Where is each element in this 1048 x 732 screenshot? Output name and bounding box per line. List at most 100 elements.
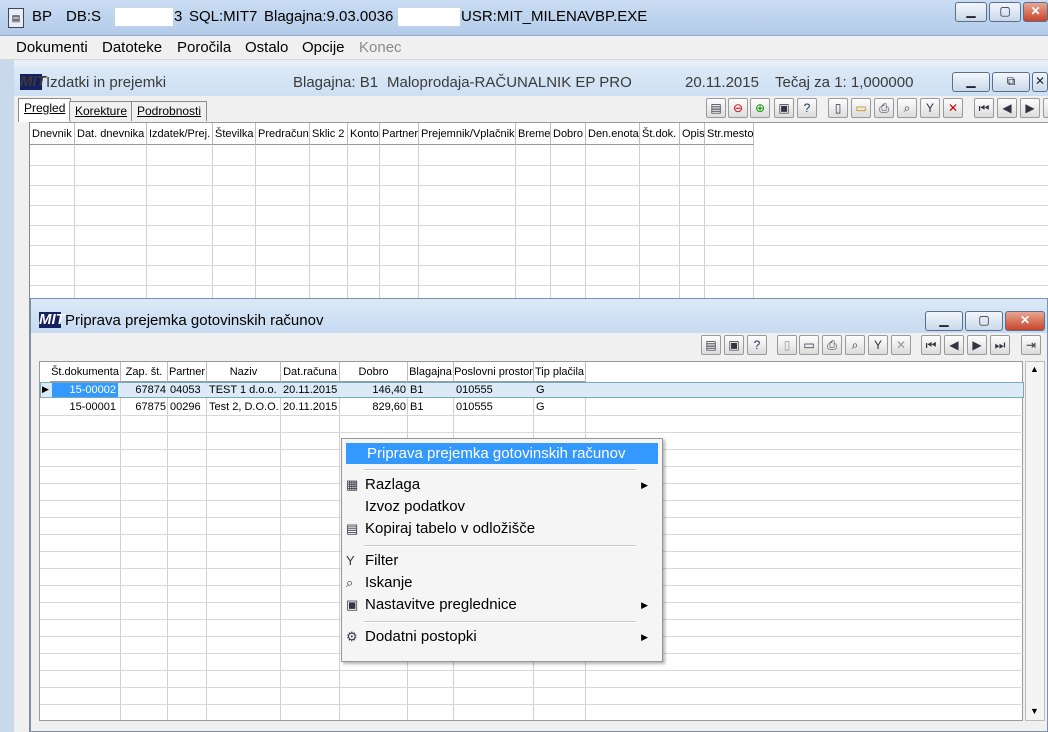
tab-podrobnosti[interactable]: Podrobnosti (131, 101, 208, 121)
menu-opcije[interactable]: Opcije (302, 39, 345, 56)
dialog-cancel-filter-icon[interactable]: ✕ (891, 335, 911, 355)
col-st-dokumenta[interactable]: Št.dokumenta (50, 362, 121, 382)
dialog-close-button[interactable]: ✕ (1005, 311, 1045, 331)
minimize-button[interactable]: ▁ (955, 2, 987, 22)
menu-item-dodatni[interactable]: ⚙ Dodatni postopki ▶ (344, 626, 660, 648)
menu-dokumenti[interactable]: Dokumenti (16, 39, 88, 56)
menu-item-filter[interactable]: Y Filter (344, 550, 660, 572)
dialog-prev-icon[interactable]: ◀ (944, 335, 964, 355)
col-predracun[interactable]: Predračun (256, 123, 310, 145)
col-konto[interactable]: Konto (348, 123, 380, 145)
col-str-mesto[interactable]: Str.mesto (705, 123, 754, 145)
izdatki-grid[interactable]: Dnevnik Dat. dnevnika Izdatek/Prej. Štev… (14, 122, 1048, 302)
cell-dobro[interactable]: 829,60 (340, 399, 408, 415)
child-close-button[interactable]: ✕ (1032, 72, 1048, 92)
col-dobro[interactable]: Dobro (340, 362, 408, 382)
cell-st-dokumenta[interactable]: 15-00001 (52, 399, 118, 415)
dialog-exit-icon[interactable]: ⇥ (1021, 335, 1041, 355)
menu-item-izvoz[interactable]: Izvoz podatkov (344, 496, 660, 518)
col-poslovni-prostor[interactable]: Poslovni prostor (454, 362, 534, 382)
menu-item-nastavitve[interactable]: ▣ Nastavitve preglednice ▶ (344, 594, 660, 616)
child-restore-button[interactable]: ⧉ (992, 72, 1030, 92)
menu-item-kopiraj[interactable]: ▤ Kopiraj tabelo v odložišče (344, 518, 660, 540)
cell-naziv[interactable]: Test 2, D.O.O. (207, 399, 281, 415)
tab-korekture[interactable]: Korekture (69, 101, 134, 121)
cell-naziv[interactable]: TEST 1 d.o.o. (207, 382, 281, 398)
dialog-new-doc-icon[interactable]: ▯ (777, 335, 797, 355)
cell-dat-racuna[interactable]: 20.11.2015 (281, 399, 340, 415)
maximize-button[interactable]: ▢ (989, 2, 1021, 22)
dialog-minimize-button[interactable]: ▁ (925, 311, 963, 331)
print-icon[interactable]: ⎙ (874, 98, 894, 118)
cell-st-dokumenta[interactable]: 15-00002 (52, 382, 118, 398)
dialog-screen-icon[interactable]: ▣ (724, 335, 744, 355)
first-record-icon[interactable]: ⏮ (974, 98, 994, 118)
menu-konec[interactable]: Konec (359, 39, 402, 56)
col-izdatek[interactable]: Izdatek/Prej. (147, 123, 213, 145)
cancel-filter-icon[interactable]: ✕ (943, 98, 963, 118)
col-tip-placila[interactable]: Tip plačila (534, 362, 586, 382)
cell-blagajna[interactable]: B1 (408, 382, 454, 398)
col-naziv[interactable]: Naziv (207, 362, 281, 382)
cell-partner[interactable]: 04053 (168, 382, 207, 398)
dialog-search-icon[interactable]: ⌕ (845, 335, 865, 355)
last-record-icon[interactable] (1043, 98, 1048, 118)
dialog-first-icon[interactable]: ⏮ (921, 335, 941, 355)
menu-datoteke[interactable]: Datoteke (102, 39, 162, 56)
dialog-filter-icon[interactable]: Y (868, 335, 888, 355)
col-dnevnik[interactable]: Dnevnik (30, 123, 75, 145)
report-icon[interactable]: ▤ (706, 98, 726, 118)
prev-record-icon[interactable]: ◀ (997, 98, 1017, 118)
col-dat-racuna[interactable]: Dat.računa (281, 362, 340, 382)
menu-item-iskanje[interactable]: ⌕ Iskanje (344, 572, 660, 594)
col-partner[interactable]: Partner (168, 362, 207, 382)
tab-pregled[interactable]: Pregled (18, 98, 72, 122)
col-den-enota[interactable]: Den.enota (586, 123, 640, 145)
dialog-report-icon[interactable]: ▤ (701, 335, 721, 355)
dialog-help-icon[interactable]: ? (747, 335, 767, 355)
search-icon[interactable]: ⌕ (897, 98, 917, 118)
delete-icon[interactable]: ⊖ (728, 98, 748, 118)
menu-ostalo[interactable]: Ostalo (245, 39, 288, 56)
row-selector-gutter[interactable] (14, 122, 30, 732)
scroll-up-icon[interactable]: ▲ (1030, 364, 1039, 374)
col-blagajna[interactable]: Blagajna (408, 362, 454, 382)
dialog-last-icon[interactable]: ⏭ (990, 335, 1010, 355)
menu-item-razlaga[interactable]: ▦ Razlaga ▶ (344, 474, 660, 496)
app-icon[interactable]: ▤ (8, 8, 24, 28)
close-button[interactable]: ✕ (1023, 2, 1048, 22)
next-record-icon[interactable]: ▶ (1020, 98, 1040, 118)
col-stevilka[interactable]: Številka (213, 123, 256, 145)
dialog-vertical-scrollbar[interactable]: ▲ ▼ (1025, 361, 1045, 721)
filter-icon[interactable]: Y (920, 98, 940, 118)
cell-blagajna[interactable]: B1 (408, 399, 454, 415)
dialog-maximize-button[interactable]: ▢ (965, 311, 1003, 331)
col-dobro[interactable]: Dobro (551, 123, 586, 145)
col-st-dok[interactable]: Št.dok. (640, 123, 680, 145)
cell-dat-racuna[interactable]: 20.11.2015 (281, 382, 340, 398)
child-minimize-button[interactable]: ▁ (952, 72, 990, 92)
menu-porocila[interactable]: Poročila (177, 39, 231, 56)
scroll-down-icon[interactable]: ▼ (1030, 706, 1039, 716)
col-sklic2[interactable]: Sklic 2 (310, 123, 348, 145)
col-zap-st[interactable]: Zap. št. (121, 362, 168, 382)
add-icon[interactable]: ⊕ (750, 98, 770, 118)
cell-tip-placila[interactable]: G (534, 399, 586, 415)
dialog-open-icon[interactable]: ▭ (799, 335, 819, 355)
col-breme[interactable]: Breme (516, 123, 551, 145)
cell-poslovni-prostor[interactable]: 010555 (454, 399, 534, 415)
dialog-next-icon[interactable]: ▶ (967, 335, 987, 355)
cell-dobro[interactable]: 146,40 (340, 382, 408, 398)
cell-zap-st[interactable]: 67875 (121, 399, 168, 415)
col-prejemnik[interactable]: Prejemnik/Vplačnik (419, 123, 516, 145)
dialog-print-icon[interactable]: ⎙ (822, 335, 842, 355)
cell-zap-st[interactable]: 67874 (121, 382, 168, 398)
open-folder-icon[interactable]: ▭ (851, 98, 871, 118)
col-opis[interactable]: Opis (680, 123, 705, 145)
new-doc-icon[interactable]: ▯ (828, 98, 848, 118)
help-icon[interactable]: ? (797, 98, 817, 118)
screen-icon[interactable]: ▣ (774, 98, 794, 118)
col-partner[interactable]: Partner (380, 123, 419, 145)
cell-poslovni-prostor[interactable]: 010555 (454, 382, 534, 398)
cell-partner[interactable]: 00296 (168, 399, 207, 415)
